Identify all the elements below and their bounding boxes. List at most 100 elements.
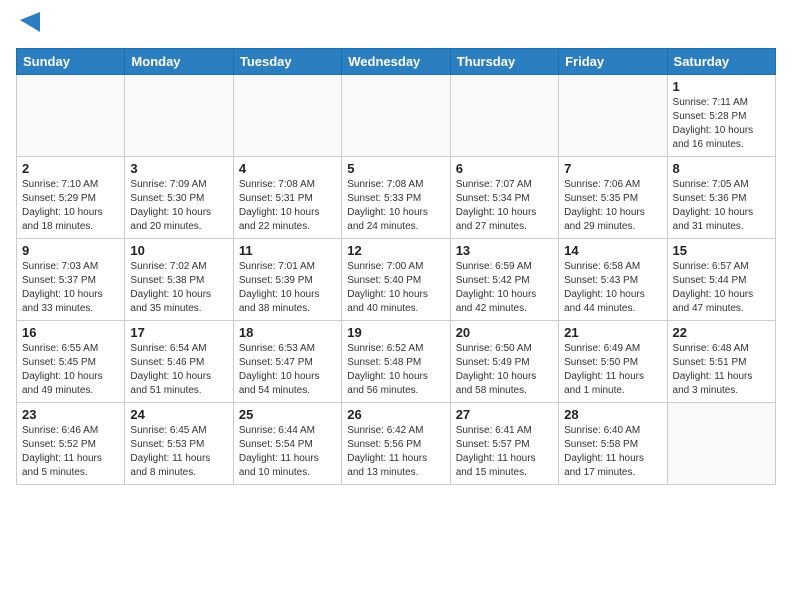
calendar-cell xyxy=(233,75,341,157)
calendar-cell: 18Sunrise: 6:53 AM Sunset: 5:47 PM Dayli… xyxy=(233,321,341,403)
day-number: 9 xyxy=(22,243,119,258)
day-number: 6 xyxy=(456,161,553,176)
weekday-header-friday: Friday xyxy=(559,49,667,75)
calendar-cell: 10 Sunrise: 7:02 AM Sunset: 5:38 PM Dayli… xyxy=(125,239,233,321)
calendar-cell: 6 Sunrise: 7:07 AM Sunset: 5:34 PM Daylig… xyxy=(450,157,558,239)
calendar-cell: 11 Sunrise: 7:01 AM Sunset: 5:39 PM Dayli… xyxy=(233,239,341,321)
calendar-cell: 8Sunrise: 7:05 AM Sunset: 5:36 PM Daylig… xyxy=(667,157,775,239)
day-number: 4 xyxy=(239,161,336,176)
day-number: 11 xyxy=(239,243,336,258)
day-number: 19 xyxy=(347,325,444,340)
calendar-cell: 17Sunrise: 6:54 AM Sunset: 5:46 PM Dayli… xyxy=(125,321,233,403)
day-number: 3 xyxy=(130,161,227,176)
calendar-cell: 26 Sunrise: 6:42 AM Sunset: 5:56 PM Dayli… xyxy=(342,403,450,485)
day-info: Sunrise: 7:00 AM Sunset: 5:40 PM Dayligh… xyxy=(347,260,444,316)
day-info: Sunrise: 6:40 AM Sunset: 5:58 PM Dayligh… xyxy=(564,424,661,480)
day-number: 1 xyxy=(673,79,770,94)
day-number: 7 xyxy=(564,161,661,176)
day-info: Sunrise: 7:11 AM Sunset: 5:28 PM Dayligh… xyxy=(673,96,770,152)
day-info: Sunrise: 6:44 AM Sunset: 5:54 PM Dayligh… xyxy=(239,424,336,480)
calendar-week-row: 2 Sunrise: 7:10 AM Sunset: 5:29 PM Daylig… xyxy=(17,157,776,239)
calendar-cell: 5 Sunrise: 7:08 AM Sunset: 5:33 PM Daylig… xyxy=(342,157,450,239)
calendar-week-row: 1 Sunrise: 7:11 AM Sunset: 5:28 PM Daylig… xyxy=(17,75,776,157)
logo-icon xyxy=(18,12,40,40)
page-header xyxy=(16,16,776,40)
day-info: Sunrise: 6:48 AM Sunset: 5:51 PM Dayligh… xyxy=(673,342,770,398)
day-number: 27 xyxy=(456,407,553,422)
calendar-cell: 21 Sunrise: 6:49 AM Sunset: 5:50 PM Dayli… xyxy=(559,321,667,403)
calendar-cell xyxy=(450,75,558,157)
day-info: Sunrise: 7:01 AM Sunset: 5:39 PM Dayligh… xyxy=(239,260,336,316)
day-info: Sunrise: 6:45 AM Sunset: 5:53 PM Dayligh… xyxy=(130,424,227,480)
calendar-cell xyxy=(667,403,775,485)
calendar-cell: 4 Sunrise: 7:08 AM Sunset: 5:31 PM Daylig… xyxy=(233,157,341,239)
day-number: 12 xyxy=(347,243,444,258)
day-info: Sunrise: 6:54 AM Sunset: 5:46 PM Dayligh… xyxy=(130,342,227,398)
day-number: 14 xyxy=(564,243,661,258)
calendar-cell xyxy=(125,75,233,157)
calendar-cell: 16 Sunrise: 6:55 AM Sunset: 5:45 PM Dayli… xyxy=(17,321,125,403)
day-info: Sunrise: 6:46 AM Sunset: 5:52 PM Dayligh… xyxy=(22,424,119,480)
calendar-cell: 3 Sunrise: 7:09 AM Sunset: 5:30 PM Daylig… xyxy=(125,157,233,239)
day-info: Sunrise: 6:57 AM Sunset: 5:44 PM Dayligh… xyxy=(673,260,770,316)
day-number: 10 xyxy=(130,243,227,258)
calendar-cell: 25 Sunrise: 6:44 AM Sunset: 5:54 PM Dayli… xyxy=(233,403,341,485)
calendar-cell: 13Sunrise: 6:59 AM Sunset: 5:42 PM Dayli… xyxy=(450,239,558,321)
day-info: Sunrise: 7:09 AM Sunset: 5:30 PM Dayligh… xyxy=(130,178,227,234)
day-info: Sunrise: 6:55 AM Sunset: 5:45 PM Dayligh… xyxy=(22,342,119,398)
weekday-header-sunday: Sunday xyxy=(17,49,125,75)
day-number: 28 xyxy=(564,407,661,422)
weekday-header-row: SundayMondayTuesdayWednesdayThursdayFrid… xyxy=(17,49,776,75)
day-number: 26 xyxy=(347,407,444,422)
calendar-week-row: 23 Sunrise: 6:46 AM Sunset: 5:52 PM Dayli… xyxy=(17,403,776,485)
day-info: Sunrise: 6:42 AM Sunset: 5:56 PM Dayligh… xyxy=(347,424,444,480)
calendar-cell: 15 Sunrise: 6:57 AM Sunset: 5:44 PM Dayli… xyxy=(667,239,775,321)
day-info: Sunrise: 7:08 AM Sunset: 5:31 PM Dayligh… xyxy=(239,178,336,234)
weekday-header-tuesday: Tuesday xyxy=(233,49,341,75)
day-number: 20 xyxy=(456,325,553,340)
day-number: 5 xyxy=(347,161,444,176)
calendar-week-row: 16 Sunrise: 6:55 AM Sunset: 5:45 PM Dayli… xyxy=(17,321,776,403)
calendar-cell: 7 Sunrise: 7:06 AM Sunset: 5:35 PM Daylig… xyxy=(559,157,667,239)
day-number: 16 xyxy=(22,325,119,340)
day-info: Sunrise: 7:10 AM Sunset: 5:29 PM Dayligh… xyxy=(22,178,119,234)
day-info: Sunrise: 7:07 AM Sunset: 5:34 PM Dayligh… xyxy=(456,178,553,234)
calendar-week-row: 9 Sunrise: 7:03 AM Sunset: 5:37 PM Daylig… xyxy=(17,239,776,321)
day-info: Sunrise: 7:06 AM Sunset: 5:35 PM Dayligh… xyxy=(564,178,661,234)
day-number: 23 xyxy=(22,407,119,422)
calendar-cell: 19Sunrise: 6:52 AM Sunset: 5:48 PM Dayli… xyxy=(342,321,450,403)
day-number: 22 xyxy=(673,325,770,340)
logo xyxy=(16,16,40,40)
day-info: Sunrise: 6:49 AM Sunset: 5:50 PM Dayligh… xyxy=(564,342,661,398)
day-number: 15 xyxy=(673,243,770,258)
calendar-cell xyxy=(342,75,450,157)
calendar-cell: 14 Sunrise: 6:58 AM Sunset: 5:43 PM Dayli… xyxy=(559,239,667,321)
day-info: Sunrise: 6:58 AM Sunset: 5:43 PM Dayligh… xyxy=(564,260,661,316)
weekday-header-wednesday: Wednesday xyxy=(342,49,450,75)
calendar-cell xyxy=(17,75,125,157)
day-info: Sunrise: 7:03 AM Sunset: 5:37 PM Dayligh… xyxy=(22,260,119,316)
day-info: Sunrise: 7:05 AM Sunset: 5:36 PM Dayligh… xyxy=(673,178,770,234)
day-number: 2 xyxy=(22,161,119,176)
calendar-cell: 24Sunrise: 6:45 AM Sunset: 5:53 PM Dayli… xyxy=(125,403,233,485)
calendar-cell: 12 Sunrise: 7:00 AM Sunset: 5:40 PM Dayli… xyxy=(342,239,450,321)
calendar-cell: 22 Sunrise: 6:48 AM Sunset: 5:51 PM Dayli… xyxy=(667,321,775,403)
day-info: Sunrise: 6:59 AM Sunset: 5:42 PM Dayligh… xyxy=(456,260,553,316)
calendar-cell: 28 Sunrise: 6:40 AM Sunset: 5:58 PM Dayli… xyxy=(559,403,667,485)
day-info: Sunrise: 6:53 AM Sunset: 5:47 PM Dayligh… xyxy=(239,342,336,398)
calendar-cell xyxy=(559,75,667,157)
weekday-header-saturday: Saturday xyxy=(667,49,775,75)
day-info: Sunrise: 7:02 AM Sunset: 5:38 PM Dayligh… xyxy=(130,260,227,316)
calendar-cell: 27 Sunrise: 6:41 AM Sunset: 5:57 PM Dayli… xyxy=(450,403,558,485)
calendar-cell: 2 Sunrise: 7:10 AM Sunset: 5:29 PM Daylig… xyxy=(17,157,125,239)
day-info: Sunrise: 6:41 AM Sunset: 5:57 PM Dayligh… xyxy=(456,424,553,480)
weekday-header-thursday: Thursday xyxy=(450,49,558,75)
day-number: 25 xyxy=(239,407,336,422)
day-number: 21 xyxy=(564,325,661,340)
day-info: Sunrise: 6:50 AM Sunset: 5:49 PM Dayligh… xyxy=(456,342,553,398)
day-info: Sunrise: 7:08 AM Sunset: 5:33 PM Dayligh… xyxy=(347,178,444,234)
calendar-cell: 9 Sunrise: 7:03 AM Sunset: 5:37 PM Daylig… xyxy=(17,239,125,321)
calendar-cell: 23 Sunrise: 6:46 AM Sunset: 5:52 PM Dayli… xyxy=(17,403,125,485)
weekday-header-monday: Monday xyxy=(125,49,233,75)
calendar-table: SundayMondayTuesdayWednesdayThursdayFrid… xyxy=(16,48,776,485)
